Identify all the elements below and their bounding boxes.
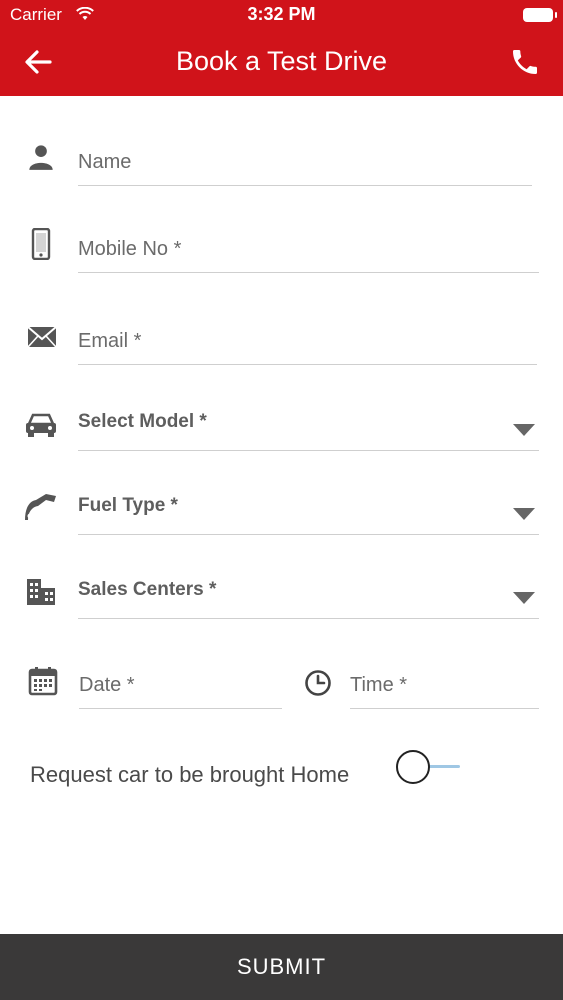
- car-icon: [24, 408, 58, 442]
- email-label: Email *: [78, 330, 142, 352]
- name-label: Name: [78, 151, 132, 173]
- time-label: Time *: [350, 674, 408, 696]
- home-request-label: Request car to be brought Home: [30, 762, 350, 787]
- name-field[interactable]: Name: [78, 145, 532, 186]
- app-header: Carrier 3:32 PM Book a Test Drive: [0, 0, 563, 96]
- fuel-nozzle-icon: [24, 490, 58, 524]
- sales-centers-dropdown[interactable]: Sales Centers *: [78, 576, 539, 619]
- phone-icon: [513, 50, 537, 74]
- toggle-knob: [396, 750, 430, 784]
- calendar-icon: [26, 664, 60, 698]
- sales-centers-label: Sales Centers *: [78, 579, 217, 600]
- buildings-icon: [24, 574, 58, 608]
- date-field[interactable]: Date *: [79, 668, 282, 709]
- home-request-toggle[interactable]: [396, 750, 462, 784]
- page-title: Book a Test Drive: [175, 46, 388, 76]
- person-icon: [24, 140, 58, 174]
- model-dropdown[interactable]: Select Model *: [78, 408, 539, 451]
- envelope-icon: [25, 320, 59, 354]
- fuel-type-dropdown[interactable]: Fuel Type *: [78, 492, 539, 535]
- model-label: Select Model *: [78, 411, 207, 432]
- clock-icon: [301, 666, 335, 700]
- chevron-down-icon: [513, 508, 535, 520]
- test-drive-screen: Carrier 3:32 PM Book a Test Drive Name M…: [0, 0, 563, 1000]
- date-label: Date *: [79, 674, 135, 696]
- mobile-phone-icon: [24, 227, 58, 261]
- mobile-label: Mobile No *: [78, 238, 182, 260]
- mobile-field[interactable]: Mobile No *: [78, 232, 539, 273]
- email-field[interactable]: Email *: [78, 324, 537, 365]
- chevron-down-icon: [513, 592, 535, 604]
- battery-icon: [523, 8, 557, 22]
- call-button[interactable]: [507, 44, 543, 80]
- chevron-down-icon: [513, 424, 535, 436]
- fuel-type-label: Fuel Type *: [78, 495, 178, 516]
- submit-button[interactable]: SUBMIT: [0, 934, 563, 1000]
- time-field[interactable]: Time *: [350, 668, 539, 709]
- status-time: 3:32 PM: [247, 4, 316, 24]
